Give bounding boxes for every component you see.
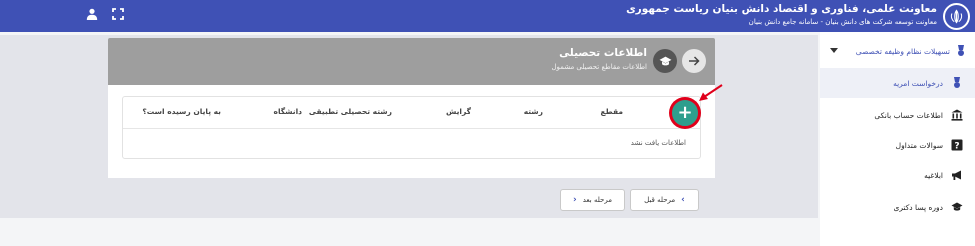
- plus-icon: +: [677, 102, 693, 123]
- sidebar-section-nezam-vazifeh[interactable]: تسهیلات نظام وظیفه تخصصی: [820, 36, 975, 66]
- card-title: اطلاعات تحصیلی: [559, 47, 647, 59]
- column-header-matched-major: رشته تحصیلی تطبیقی: [308, 107, 392, 116]
- sidebar: تسهیلات نظام وظیفه تخصصی درخواست امریه ا…: [820, 32, 975, 246]
- app-title: معاونت علمی، فناوری و اقتصاد دانش بنیان …: [626, 3, 937, 15]
- chevron-left-icon: ‹: [573, 195, 577, 205]
- sidebar-item-amrieh-request[interactable]: درخواست امریه: [820, 68, 975, 98]
- top-header: معاونت علمی، فناوری و اقتصاد دانش بنیان …: [0, 0, 975, 32]
- back-button[interactable]: [682, 49, 706, 73]
- app-subtitle: معاونت توسعه شرکت های دانش بنیان - سامان…: [748, 18, 937, 26]
- previous-step-button[interactable]: › مرحله قبل: [630, 189, 699, 211]
- card-subtitle: اطلاعات مقاطع تحصیلی مشمول: [551, 63, 647, 71]
- arrow-right-icon: [689, 56, 700, 66]
- sidebar-item-label: دوره پسا دکتری: [893, 202, 943, 212]
- sidebar-item-label: سوالات متداول: [895, 140, 943, 150]
- graduation-cap-icon: [659, 56, 671, 65]
- sidebar-item-faq[interactable]: ? سوالات متداول: [820, 130, 975, 160]
- help-icon: ?: [951, 139, 963, 151]
- sidebar-section-label: تسهیلات نظام وظیفه تخصصی: [855, 46, 950, 56]
- table-header-divider: [123, 128, 700, 129]
- education-table: مقطع رشته گرایش رشته تحصیلی تطبیقی دانشگ…: [122, 96, 701, 159]
- column-header-completed: به پایان رسیده است؟: [142, 107, 221, 116]
- emblem-icon: [950, 9, 963, 24]
- megaphone-icon: [952, 170, 961, 180]
- sidebar-item-label: ابلاغیه: [924, 170, 943, 180]
- sidebar-item-postdoc[interactable]: دوره پسا دکتری: [820, 192, 975, 222]
- medal-icon: [958, 45, 964, 56]
- next-step-button[interactable]: مرحله بعد ‹: [560, 189, 625, 211]
- column-header-specialization: گرایش: [445, 107, 471, 116]
- column-header-university: دانشگاه: [273, 107, 302, 116]
- medal-icon: [954, 77, 960, 88]
- previous-step-label: مرحله قبل: [644, 196, 676, 204]
- bank-icon: [951, 109, 963, 121]
- sidebar-item-notice[interactable]: ابلاغیه: [820, 160, 975, 190]
- sidebar-item-label: اطلاعات حساب بانکی: [874, 110, 943, 120]
- column-header-degree: مقطع: [600, 107, 623, 116]
- empty-message: اطلاعات یافت نشد: [630, 139, 686, 147]
- card-header: اطلاعات تحصیلی اطلاعات مقاطع تحصیلی مشمو…: [108, 38, 715, 85]
- chevron-right-icon: ›: [681, 195, 685, 205]
- fullscreen-icon[interactable]: [112, 8, 124, 20]
- emblem-logo: [943, 3, 970, 30]
- annotation-arrow-icon: [699, 84, 723, 101]
- chevron-down-icon: [830, 48, 838, 53]
- graduation-cap-icon: [951, 202, 963, 211]
- sidebar-item-bank-account[interactable]: اطلاعات حساب بانکی: [820, 100, 975, 130]
- column-header-major: رشته: [523, 107, 543, 116]
- next-step-label: مرحله بعد: [582, 196, 612, 204]
- sidebar-item-label: درخواست امریه: [893, 78, 943, 88]
- graduation-badge: [653, 49, 677, 73]
- svg-text:?: ?: [954, 142, 959, 152]
- user-icon[interactable]: [86, 8, 98, 20]
